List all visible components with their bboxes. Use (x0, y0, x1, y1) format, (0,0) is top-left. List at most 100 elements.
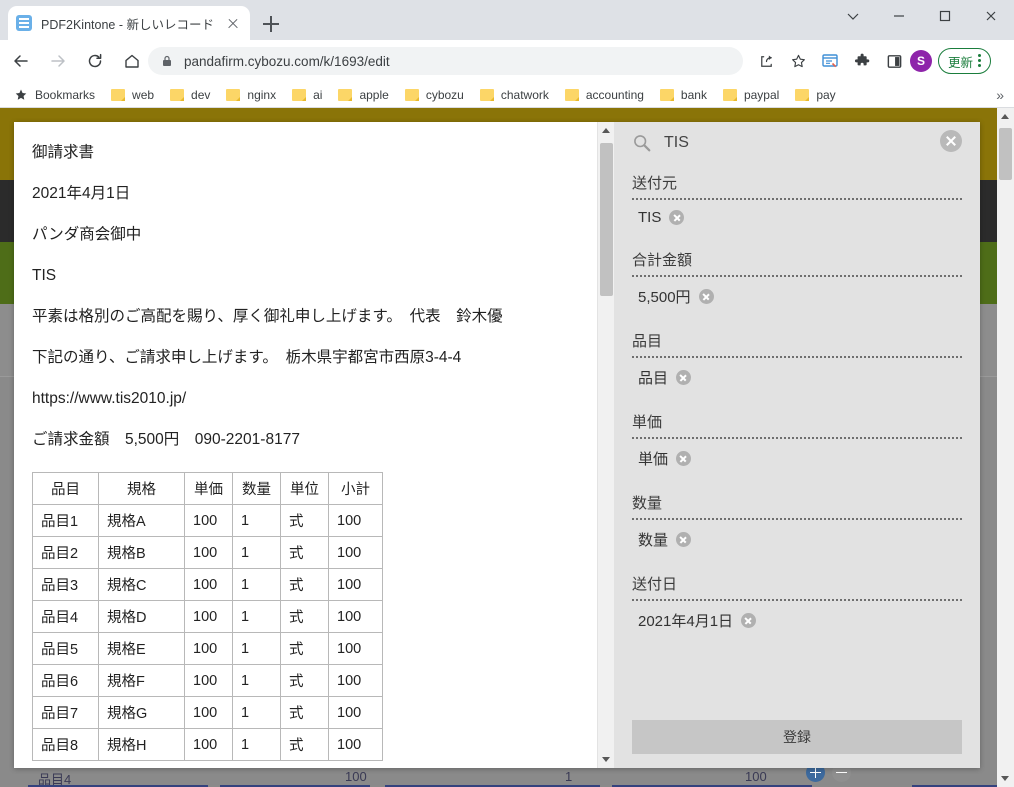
share-icon[interactable] (752, 47, 780, 75)
preview-scrollbar-thumb[interactable] (600, 143, 613, 296)
minimize-icon[interactable] (876, 0, 922, 32)
page-scrollbar[interactable] (997, 108, 1014, 787)
folder-icon (405, 89, 419, 101)
home-icon[interactable] (116, 45, 148, 77)
field-value-row[interactable]: 品目 (632, 358, 962, 397)
cell-subtotal: 100 (329, 505, 383, 537)
bookmark-item[interactable]: chatwork (480, 88, 549, 102)
bookmark-item[interactable]: web (111, 88, 154, 102)
bookmark-item[interactable]: apple (338, 88, 388, 102)
bookmarks-overflow-icon[interactable]: » (996, 87, 1004, 103)
cell-subtotal: 100 (329, 665, 383, 697)
side-panel-icon[interactable] (880, 47, 908, 75)
update-button-label: 更新 (948, 52, 973, 71)
bookmark-label: web (132, 88, 154, 102)
reload-icon[interactable] (79, 45, 111, 77)
cell-unit-price: 100 (185, 665, 233, 697)
preview-line: 2021年4月1日 (32, 185, 614, 202)
maximize-icon[interactable] (922, 0, 968, 32)
bookmark-star-icon[interactable] (784, 47, 812, 75)
extensions-puzzle-icon[interactable] (848, 47, 876, 75)
profile-avatar[interactable]: S (910, 50, 932, 72)
star-icon (14, 88, 28, 102)
preview-line: 御請求書 (32, 144, 614, 161)
browser-tab[interactable]: PDF2Kintone - 新しいレコード (8, 6, 250, 40)
page-scroll-up-icon[interactable] (997, 108, 1014, 125)
bookmark-item[interactable]: paypal (723, 88, 779, 102)
table-row: 品目5規格E1001式100 (33, 633, 383, 665)
clear-field-icon[interactable] (699, 289, 714, 304)
cell-quantity: 1 (233, 601, 281, 633)
close-window-icon[interactable] (968, 0, 1014, 32)
bg-row-unit-price: 100 (345, 769, 367, 784)
bookmark-root[interactable]: Bookmarks (14, 88, 95, 102)
update-button[interactable]: 更新 (938, 48, 991, 74)
field-value-row[interactable]: 2021年4月1日 (632, 601, 962, 640)
field-label: 送付元 (632, 164, 962, 200)
table-row: 品目3規格C1001式100 (33, 569, 383, 601)
tab-search-chevron-icon[interactable] (830, 0, 876, 32)
field-value-row[interactable]: 単価 (632, 439, 962, 478)
clear-field-icon[interactable] (676, 370, 691, 385)
table-header-row: 品目 規格 単価 数量 単位 小計 (33, 473, 383, 505)
reading-list-icon[interactable] (816, 47, 844, 75)
cell-spec: 規格H (99, 729, 185, 761)
clear-field-icon[interactable] (676, 532, 691, 547)
cell-quantity: 1 (233, 665, 281, 697)
folder-icon (660, 89, 674, 101)
field-value-row[interactable]: TIS (632, 200, 962, 235)
bookmark-item[interactable]: dev (170, 88, 210, 102)
table-row: 品目7規格G1001式100 (33, 697, 383, 729)
bookmark-item[interactable]: ai (292, 88, 322, 102)
cell-quantity: 1 (233, 569, 281, 601)
cell-item: 品目6 (33, 665, 99, 697)
field-value-row[interactable]: 数量 (632, 520, 962, 559)
pdf-text-preview[interactable]: 御請求書 2021年4月1日 パンダ商会御中 TIS 平素は格別のご高配を賜り、… (14, 122, 614, 768)
cell-unit-price: 100 (185, 569, 233, 601)
cell-spec: 規格E (99, 633, 185, 665)
bookmark-item[interactable]: bank (660, 88, 707, 102)
search-query-text: TIS (664, 134, 689, 152)
scroll-down-icon[interactable] (598, 751, 614, 768)
field-label: 数量 (632, 484, 962, 520)
cell-unit: 式 (281, 537, 329, 569)
bookmark-item[interactable]: accounting (565, 88, 644, 102)
cell-item: 品目2 (33, 537, 99, 569)
bookmark-root-label: Bookmarks (35, 88, 95, 102)
col-header-subtotal: 小計 (329, 473, 383, 505)
folder-icon (480, 89, 494, 101)
chrome-menu-icon[interactable] (978, 53, 982, 69)
bookmark-item[interactable]: cybozu (405, 88, 464, 102)
extraction-side-panel: TIS 送付元 TIS 合計金額 5,500円 (614, 122, 980, 768)
bookmark-item[interactable]: pay (795, 88, 835, 102)
clear-field-icon[interactable] (669, 210, 684, 225)
cell-subtotal: 100 (329, 537, 383, 569)
preview-scrollbar[interactable] (597, 122, 614, 768)
bookmark-item[interactable]: nginx (226, 88, 276, 102)
cell-unit: 式 (281, 665, 329, 697)
close-panel-icon[interactable] (940, 130, 962, 152)
new-tab-button[interactable] (258, 11, 284, 37)
forward-icon[interactable] (42, 45, 74, 77)
page-scrollbar-thumb[interactable] (999, 128, 1012, 180)
clear-field-icon[interactable] (676, 451, 691, 466)
register-button[interactable]: 登録 (632, 720, 962, 754)
cell-unit-price: 100 (185, 633, 233, 665)
field-label: 送付日 (632, 565, 962, 601)
field-value: 2021年4月1日 (638, 610, 733, 631)
folder-icon (795, 89, 809, 101)
cell-spec: 規格A (99, 505, 185, 537)
cell-quantity: 1 (233, 697, 281, 729)
field-group-send-date: 送付日 2021年4月1日 (632, 565, 962, 640)
bookmark-label: pay (816, 88, 835, 102)
back-icon[interactable] (5, 45, 37, 77)
bookmark-label: accounting (586, 88, 644, 102)
cell-subtotal: 100 (329, 697, 383, 729)
clear-field-icon[interactable] (741, 613, 756, 628)
address-bar[interactable]: pandafirm.cybozu.com/k/1693/edit (148, 47, 743, 75)
folder-icon (338, 89, 352, 101)
field-value-row[interactable]: 5,500円 (632, 277, 962, 316)
scroll-up-icon[interactable] (598, 122, 614, 139)
close-tab-icon[interactable] (224, 14, 242, 32)
page-scroll-down-icon[interactable] (997, 770, 1014, 787)
